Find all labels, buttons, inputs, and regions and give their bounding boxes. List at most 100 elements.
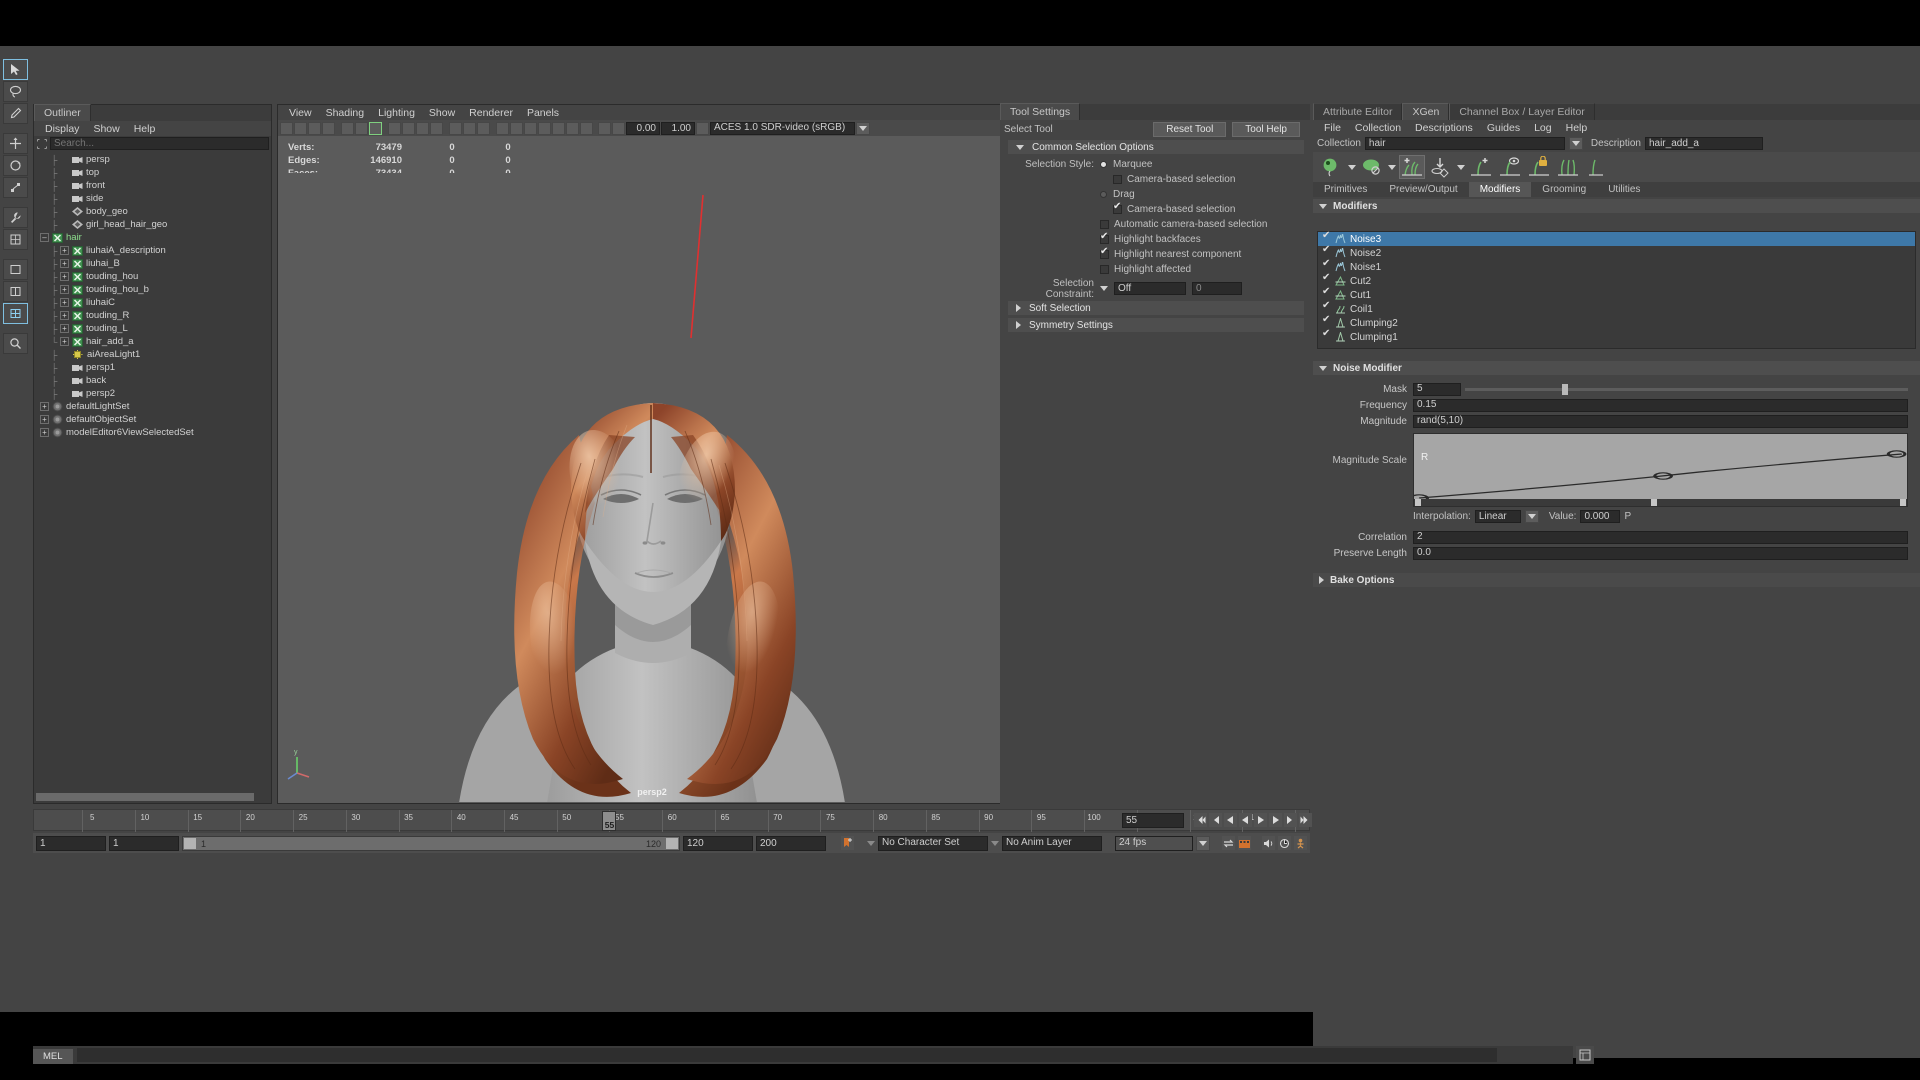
fill-dropdown-icon[interactable] [1388, 164, 1396, 170]
script-editor-icon[interactable] [1576, 1046, 1594, 1064]
select-tool-button[interactable] [3, 59, 28, 80]
outliner-item-touding-r[interactable]: ├ + touding_R [34, 309, 261, 322]
gamma-icon[interactable] [612, 121, 625, 135]
camera-bookmark-icon[interactable] [294, 121, 307, 135]
outliner-hscrollbar[interactable] [34, 792, 271, 803]
outliner-item-modeleditor6viewselectedset[interactable]: + modelEditor6ViewSelectedSet [34, 426, 261, 439]
attr-magnitude-value[interactable]: rand(5,10) [1413, 414, 1908, 428]
snap-grid-button[interactable] [3, 229, 28, 250]
outliner-item-touding-hou[interactable]: ├ + touding_hou [34, 270, 261, 283]
scale-tool-button[interactable] [3, 177, 28, 198]
anim-start-field[interactable] [36, 835, 106, 851]
constraint-number[interactable]: 0 [1192, 282, 1242, 295]
step-back-frame-icon[interactable] [1224, 813, 1237, 827]
place-dropdown-icon[interactable] [1457, 164, 1465, 170]
outliner-item-defaultlightset[interactable]: + defaultLightSet [34, 400, 261, 413]
step-back-key-icon[interactable] [1209, 813, 1222, 827]
speaker-icon[interactable] [1262, 836, 1275, 850]
multisample-icon[interactable] [580, 121, 593, 135]
subtab-primitives[interactable]: Primitives [1313, 182, 1378, 197]
exposure-field[interactable] [626, 121, 660, 135]
checkbox-highlight-nearest-component[interactable] [1100, 246, 1109, 259]
image-plane-icon[interactable] [341, 121, 354, 135]
viewport-3d-canvas[interactable]: y [279, 173, 1025, 802]
expand-toggle-icon[interactable]: + [60, 311, 69, 320]
outliner-menu-show[interactable]: Show [86, 123, 126, 135]
expand-toggle-icon[interactable]: + [60, 324, 69, 333]
checkbox-highlight-backfaces[interactable] [1100, 231, 1109, 244]
subtab-modifiers[interactable]: Modifiers [1468, 182, 1532, 197]
collection-dropdown-icon[interactable] [1568, 137, 1583, 150]
subtab-grooming[interactable]: Grooming [1531, 182, 1597, 197]
magnitude-scale-ramp-graph[interactable]: R [1413, 433, 1908, 507]
xray-icon[interactable] [463, 121, 476, 135]
modifier-item-coil1[interactable]: Coil1 [1318, 300, 1915, 316]
xgen-menu-help[interactable]: Help [1559, 122, 1595, 134]
anim-layer-field[interactable]: No Anim Layer [1002, 835, 1102, 851]
outliner-item-touding-l[interactable]: ├ + touding_L [34, 322, 261, 335]
resolution-gate-icon[interactable] [416, 121, 429, 135]
modifier-enable-checkbox[interactable] [1322, 244, 1331, 258]
outliner-menu-display[interactable]: Display [38, 123, 86, 135]
bake-options-header[interactable]: Bake Options [1313, 573, 1920, 587]
bookmark-icon[interactable] [322, 121, 335, 135]
modifiers-section-header[interactable]: Modifiers [1313, 199, 1920, 213]
outliner-item-defaultobjectset[interactable]: + defaultObjectSet [34, 413, 261, 426]
outliner-item-liuhaia-description[interactable]: ├ + liuhaiA_description [34, 244, 261, 257]
depth-peel-icon[interactable] [598, 121, 611, 135]
expand-toggle-icon[interactable]: + [60, 298, 69, 307]
more-tools-icon[interactable] [1584, 155, 1610, 179]
timeline-slider[interactable]: 5 10 15 20 25 30 35 40 45 50 55 60 65 70 75 80 85 90 95 100… [33, 809, 1312, 832]
viewport-menu-show[interactable]: Show [422, 107, 462, 119]
step-forward-key-icon[interactable] [1284, 813, 1297, 827]
subtab-preview-output[interactable]: Preview/Output [1378, 182, 1468, 197]
auto-key-icon[interactable] [841, 836, 854, 850]
playback-start-field[interactable] [109, 835, 179, 851]
expand-toggle-icon[interactable]: + [60, 246, 69, 255]
anim-end-field[interactable] [756, 835, 826, 851]
expand-toggle-icon[interactable]: + [60, 285, 69, 294]
viewport-menu-panels[interactable]: Panels [520, 107, 566, 119]
layout-four-button[interactable] [3, 303, 28, 324]
range-slider-right-handle[interactable] [666, 837, 678, 849]
gamma-field[interactable] [661, 121, 695, 135]
outliner-menu-help[interactable]: Help [127, 123, 163, 135]
checkbox-camera-based-selection-drag[interactable] [1113, 201, 1122, 214]
modifier-enable-checkbox[interactable] [1322, 258, 1331, 272]
noise-modifier-header[interactable]: Noise Modifier [1313, 361, 1920, 375]
attr-mask-slider[interactable] [1465, 383, 1908, 395]
current-frame-field[interactable] [1122, 812, 1184, 828]
radio-drag[interactable] [1100, 191, 1107, 198]
step-forward-frame-icon[interactable] [1269, 813, 1282, 827]
camera-select-icon[interactable] [280, 121, 293, 135]
attr-preserve-length-value[interactable]: 0.0 [1413, 546, 1908, 560]
paint-select-tool-button[interactable] [3, 103, 28, 124]
description-value[interactable]: hair_add_a [1644, 137, 1763, 150]
modifier-item-clumping2[interactable]: Clumping2 [1318, 314, 1915, 330]
play-forwards-icon[interactable] [1254, 813, 1267, 827]
color-space-dropdown[interactable] [856, 121, 870, 135]
anim-layer-dropdown-icon[interactable] [991, 840, 999, 846]
checkbox-automatic-camera-based-selection[interactable] [1100, 220, 1109, 229]
modifier-item-cut1[interactable]: Cut1 [1318, 286, 1915, 302]
expand-toggle-icon[interactable]: + [60, 337, 69, 346]
expand-toggle-icon[interactable]: + [40, 428, 49, 437]
outliner-item-persp1[interactable]: ├ persp1 [34, 361, 261, 374]
character-set-dropdown-icon[interactable] [867, 840, 875, 846]
magnifier-icon-button[interactable] [3, 333, 28, 354]
grid-toggle-icon[interactable] [388, 121, 401, 135]
command-line-input[interactable] [77, 1047, 1497, 1062]
camera-attributes-icon[interactable] [308, 121, 321, 135]
tab-xgen[interactable]: XGen [1402, 103, 1450, 120]
ambient-occlusion-icon[interactable] [538, 121, 551, 135]
interpolation-value[interactable]: Linear [1474, 510, 1521, 523]
xgen-menu-descriptions[interactable]: Descriptions [1408, 122, 1480, 134]
tab-attribute-editor[interactable]: Attribute Editor [1313, 103, 1403, 120]
modifiers-list[interactable]: Noise3 Noise2 Noise1 Cut2 Cut1 Coil1 Clumping2… [1317, 230, 1916, 349]
fill-shape-icon[interactable] [1359, 155, 1385, 179]
anti-alias-icon[interactable] [566, 121, 579, 135]
layout-two-button[interactable] [3, 281, 28, 302]
modifier-enable-checkbox[interactable] [1322, 272, 1331, 286]
reset-tool-button[interactable]: Reset Tool [1153, 121, 1227, 137]
add-guide-icon[interactable] [1399, 155, 1425, 179]
